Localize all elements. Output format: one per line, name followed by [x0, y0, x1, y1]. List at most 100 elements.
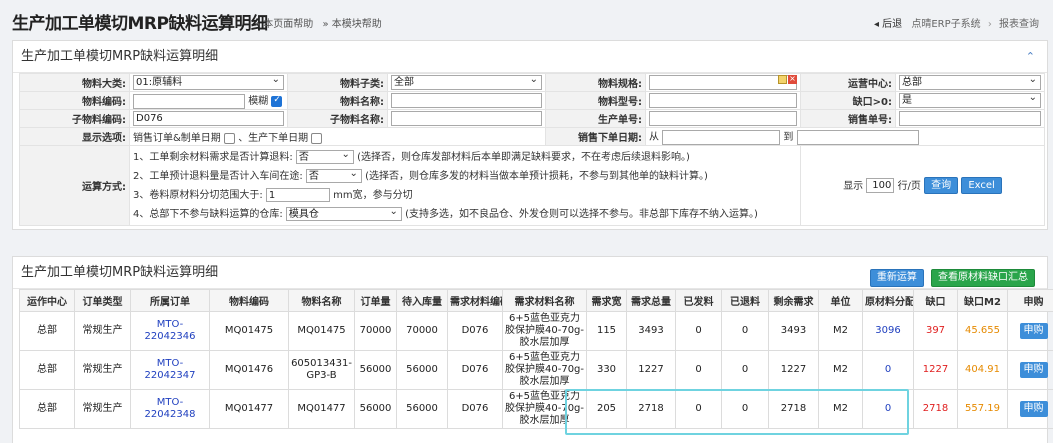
query-panel: 生产加工单模切MRP缺料运算明细 ⌃ 物料大类: 01:原辅料 物料子类: 全部… [12, 40, 1048, 230]
page-title: 生产加工单模切MRP缺料运算明细 [12, 14, 268, 34]
per-page-label: 行/页 [897, 180, 921, 192]
cell-name: MQ01477 [288, 389, 355, 429]
cell-alloc-link[interactable]: 0 [862, 350, 914, 390]
col-header[interactable]: 已退料 [721, 289, 769, 312]
cell-mat-name: 6+5蓝色亚克力胶保护膜40-70g-胶水层加厚 [502, 311, 587, 351]
page-size-input[interactable]: 100 [866, 178, 895, 194]
calc-line3-input[interactable]: 1 [265, 187, 330, 202]
calc-line2-note: (选择否，则仓库多发的材料当做本单预计损耗，不参与到其他单的缺料计算。) [365, 170, 708, 182]
calc-line1-select[interactable]: 否 [295, 148, 354, 164]
chevron-up-icon[interactable]: ⌃ [1026, 41, 1035, 73]
cell-total: 2718 [626, 389, 676, 429]
breadcrumb: ◂ 后退 点晴ERP子系统 › 报表查询 [874, 15, 1039, 30]
col-header[interactable]: 申购 [1007, 289, 1053, 312]
sales-no-input[interactable] [899, 111, 1041, 126]
fuzzy-label: 模糊 [248, 96, 269, 108]
col-header[interactable]: 物料编码 [209, 289, 289, 312]
breadcrumb-separator: › [987, 19, 992, 30]
material-model-label: 物料型号: [545, 91, 646, 110]
col-header[interactable]: 缺口M2 [957, 289, 1008, 312]
cell-returned: 0 [721, 389, 769, 429]
cell-type: 常规生产 [74, 311, 131, 351]
display-opt1-checkbox[interactable] [224, 132, 235, 144]
search-button[interactable]: 查询 [924, 177, 959, 195]
cell-alloc-link[interactable]: 0 [862, 389, 914, 429]
material-model-input[interactable] [649, 93, 797, 108]
apply-button[interactable]: 申购 [1019, 401, 1048, 417]
fuzzy-checkbox[interactable] [271, 95, 283, 107]
col-header[interactable]: 运作中心 [19, 289, 75, 312]
material-class-select[interactable]: 01:原辅料 [133, 73, 284, 90]
sub-name-input[interactable] [391, 111, 542, 126]
col-header[interactable]: 剩余需求 [768, 289, 819, 312]
calc-line2-select[interactable]: 否 [305, 167, 362, 183]
display-opt2-checkbox[interactable] [311, 132, 323, 144]
apply-button[interactable]: 申购 [1019, 323, 1048, 339]
cell-unit: M2 [818, 311, 863, 351]
material-spec-input[interactable] [649, 75, 797, 90]
cell-issued: 0 [675, 311, 722, 351]
col-header[interactable]: 单位 [818, 289, 863, 312]
query-panel-header: 生产加工单模切MRP缺料运算明细 ⌃ [13, 41, 1047, 73]
cell-order-link[interactable]: MTO-22042346 [130, 311, 210, 351]
excel-button[interactable]: Excel [961, 177, 1002, 195]
col-header[interactable]: 物料名称 [288, 289, 355, 312]
date-to-input[interactable] [796, 129, 919, 145]
cell-center: 总部 [19, 350, 75, 390]
col-header[interactable]: 已发料 [675, 289, 722, 312]
cell-code: MQ01475 [209, 311, 289, 351]
col-header[interactable]: 缺口 [913, 289, 958, 312]
calc-line1-note: (选择否，则仓库发部材料后本单即满足缺料要求，不在考虑后续退料影响。) [357, 151, 690, 163]
table-header-row: 运作中心 订单类型 所属订单 物料编码 物料名称 订单量 待入库量 需求材料编码… [19, 289, 1053, 312]
material-name-input[interactable] [391, 93, 542, 108]
calc-line2-label: 2、工单预计退料量是否计入车间在途: [133, 170, 303, 182]
cell-order-link[interactable]: MTO-22042348 [130, 389, 210, 429]
clear-icon[interactable]: × [788, 75, 797, 84]
breadcrumb-system[interactable]: 点晴ERP子系统 [911, 19, 980, 30]
calc-line1-label: 1、工单剩余材料需求是否计算退料: [133, 151, 293, 163]
col-header[interactable]: 待入库量 [396, 289, 448, 312]
apply-button[interactable]: 申购 [1019, 362, 1048, 378]
result-table: 运作中心 订单类型 所属订单 物料编码 物料名称 订单量 待入库量 需求材料编码… [19, 289, 1053, 429]
material-subclass-select[interactable]: 全部 [391, 73, 542, 90]
shortage-summary-button[interactable]: 查看原材料缺口汇总 [931, 268, 1035, 287]
result-panel-header: 生产加工单模切MRP缺料运算明细 重新运算 查看原材料缺口汇总 [13, 257, 1047, 289]
cell-code: MQ01477 [209, 389, 289, 429]
cell-name: MQ01475 [288, 311, 355, 351]
calc-line4-label: 4、总部下不参与缺料运算的仓库: [133, 208, 283, 220]
cell-mat-code: D076 [447, 311, 503, 351]
col-header[interactable]: 订单量 [354, 289, 397, 312]
cell-order-link[interactable]: MTO-22042347 [130, 350, 210, 390]
ops-center-select[interactable]: 总部 [899, 73, 1041, 90]
cell-unit: M2 [818, 389, 863, 429]
image-icon[interactable] [778, 75, 787, 84]
col-header[interactable]: 订单类型 [74, 289, 131, 312]
shortage-select[interactable]: 是 [899, 91, 1041, 108]
recalc-button[interactable]: 重新运算 [869, 268, 924, 287]
date-from-input[interactable] [662, 129, 781, 145]
col-header[interactable]: 需求材料编码 [447, 289, 503, 312]
col-header[interactable]: 所属订单 [130, 289, 210, 312]
cell-remain: 2718 [768, 389, 819, 429]
cell-center: 总部 [19, 389, 75, 429]
calc-line4-select[interactable]: 模具仓 [285, 205, 402, 221]
module-help-link[interactable]: » 本模块帮助 [322, 19, 381, 30]
cell-width: 115 [586, 311, 627, 351]
cell-alloc-link[interactable]: 3096 [862, 311, 914, 351]
cell-issued: 0 [675, 389, 722, 429]
date-from-label: 从 [649, 132, 659, 144]
page-help-link[interactable]: » 本页面帮助 [254, 19, 313, 30]
prod-no-input[interactable] [649, 111, 797, 126]
col-header[interactable]: 需求材料名称 [502, 289, 587, 312]
cell-mat-name: 6+5蓝色亚克力胶保护膜40-70g-胶水层加厚 [502, 350, 587, 390]
result-panel: 生产加工单模切MRP缺料运算明细 重新运算 查看原材料缺口汇总 运作中心 订单类… [12, 256, 1053, 443]
material-code-input[interactable] [133, 93, 245, 109]
ops-center-label: 运营中心: [800, 73, 896, 92]
back-link[interactable]: ◂ 后退 [874, 19, 902, 30]
col-header[interactable]: 需求宽 [586, 289, 627, 312]
material-subclass-label: 物料子类: [287, 73, 388, 92]
sub-code-input[interactable]: D076 [133, 111, 284, 126]
col-header[interactable]: 需求总量 [626, 289, 676, 312]
col-header[interactable]: 原材料分配 [862, 289, 914, 312]
cell-gap-m2: 557.19 [957, 389, 1008, 429]
